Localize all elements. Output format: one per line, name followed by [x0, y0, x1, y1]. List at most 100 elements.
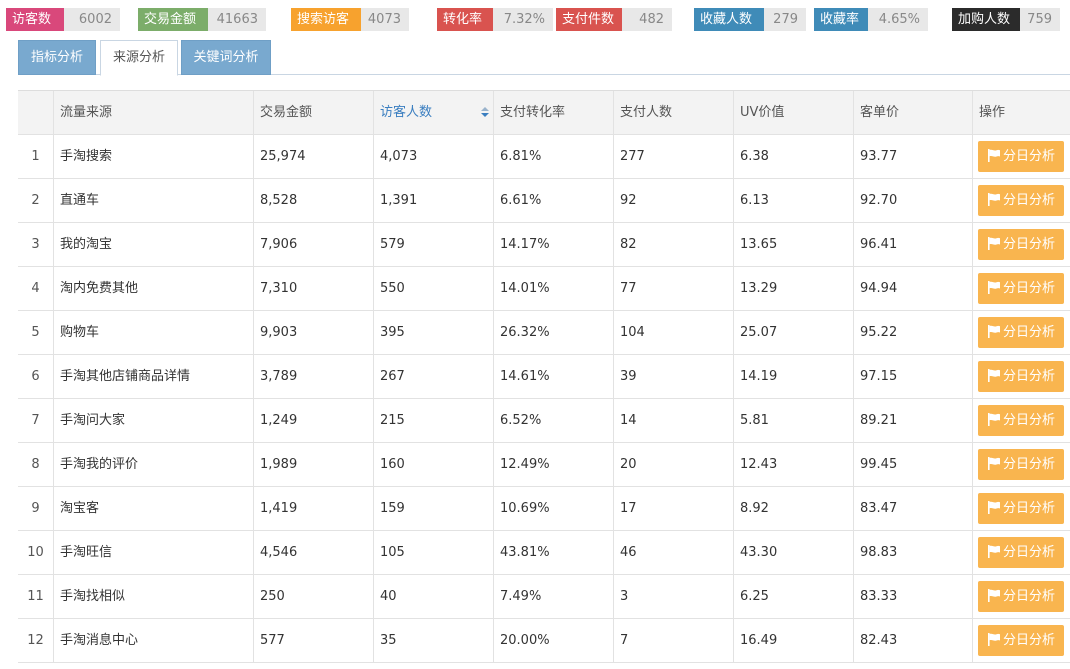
- cell-conversion: 14.61%: [494, 355, 614, 398]
- cell-amount: 1,249: [254, 399, 374, 442]
- cell-source: 手淘其他店铺商品详情: [54, 355, 254, 398]
- cell-visitors: 215: [374, 399, 494, 442]
- cell-avg-order: 83.47: [854, 487, 973, 530]
- daily-analysis-label: 分日分析: [1002, 237, 1055, 252]
- header-index: [18, 91, 54, 134]
- header-payers[interactable]: 支付人数: [614, 91, 734, 134]
- cell-payers: 104: [614, 311, 734, 354]
- metric-value: 482: [622, 8, 672, 31]
- daily-analysis-label: 分日分析: [1002, 413, 1055, 428]
- cell-avg-order: 92.70: [854, 179, 973, 222]
- tab-metrics-analysis[interactable]: 指标分析: [18, 40, 96, 75]
- cell-index: 3: [18, 223, 54, 266]
- cell-source: 淘内免费其他: [54, 267, 254, 310]
- cell-visitors: 4,073: [374, 135, 494, 178]
- cell-source: 我的淘宝: [54, 223, 254, 266]
- cell-uv-value: 6.25: [734, 575, 854, 618]
- metrics-bar: 访客数 6002 交易金额 41663 搜索访客 4073 转化率 7.32% …: [0, 0, 1070, 38]
- metric-value: 7.32%: [493, 8, 553, 31]
- flag-icon: [987, 149, 1000, 162]
- cell-amount: 3,789: [254, 355, 374, 398]
- table-row: 9 淘宝客 1,419 159 10.69% 17 8.92 83.47 分日分析: [18, 487, 1070, 531]
- daily-analysis-label: 分日分析: [1002, 369, 1055, 384]
- metric-value: 759: [1020, 8, 1060, 31]
- daily-analysis-button[interactable]: 分日分析: [978, 317, 1064, 348]
- cell-index: 11: [18, 575, 54, 618]
- daily-analysis-label: 分日分析: [1002, 281, 1055, 296]
- daily-analysis-button[interactable]: 分日分析: [978, 273, 1064, 304]
- metric-label: 加购人数: [952, 8, 1028, 31]
- cell-amount: 7,310: [254, 267, 374, 310]
- cell-avg-order: 93.77: [854, 135, 973, 178]
- daily-analysis-button[interactable]: 分日分析: [978, 361, 1064, 392]
- flag-icon: [987, 457, 1000, 470]
- cell-action: 分日分析: [973, 179, 1070, 222]
- cell-action: 分日分析: [973, 267, 1070, 310]
- daily-analysis-button[interactable]: 分日分析: [978, 229, 1064, 260]
- daily-analysis-button[interactable]: 分日分析: [978, 493, 1064, 524]
- table-row: 1 手淘搜索 25,974 4,073 6.81% 277 6.38 93.77 分日分析: [18, 135, 1070, 179]
- cell-action: 分日分析: [973, 443, 1070, 486]
- cell-index: 8: [18, 443, 54, 486]
- header-visitors[interactable]: 访客人数: [374, 91, 494, 134]
- cell-payers: 39: [614, 355, 734, 398]
- cell-amount: 1,989: [254, 443, 374, 486]
- cell-conversion: 14.17%: [494, 223, 614, 266]
- header-conversion[interactable]: 支付转化率: [494, 91, 614, 134]
- cell-payers: 14: [614, 399, 734, 442]
- cell-visitors: 40: [374, 575, 494, 618]
- table-row: 8 手淘我的评价 1,989 160 12.49% 20 12.43 99.45 分日分析: [18, 443, 1070, 487]
- sort-desc-icon[interactable]: [481, 107, 489, 119]
- flag-icon: [987, 281, 1000, 294]
- cell-source: 手淘消息中心: [54, 619, 254, 662]
- cell-uv-value: 13.65: [734, 223, 854, 266]
- metric-value: 6002: [64, 8, 120, 31]
- cell-index: 2: [18, 179, 54, 222]
- cell-index: 9: [18, 487, 54, 530]
- cell-visitors: 267: [374, 355, 494, 398]
- cell-visitors: 35: [374, 619, 494, 662]
- header-avg-order[interactable]: 客单价: [854, 91, 973, 134]
- cell-action: 分日分析: [973, 575, 1070, 618]
- cell-amount: 7,906: [254, 223, 374, 266]
- daily-analysis-label: 分日分析: [1002, 633, 1055, 648]
- cell-conversion: 10.69%: [494, 487, 614, 530]
- header-uv-value[interactable]: UV价值: [734, 91, 854, 134]
- table-header: 流量来源 交易金额 访客人数 支付转化率 支付人数 UV价值 客单价 操作: [18, 91, 1070, 135]
- cell-uv-value: 43.30: [734, 531, 854, 574]
- cell-amount: 577: [254, 619, 374, 662]
- daily-analysis-button[interactable]: 分日分析: [978, 581, 1064, 612]
- cell-source: 直通车: [54, 179, 254, 222]
- cell-uv-value: 13.29: [734, 267, 854, 310]
- cell-uv-value: 14.19: [734, 355, 854, 398]
- daily-analysis-button[interactable]: 分日分析: [978, 405, 1064, 436]
- header-amount[interactable]: 交易金额: [254, 91, 374, 134]
- daily-analysis-button[interactable]: 分日分析: [978, 537, 1064, 568]
- header-source[interactable]: 流量来源: [54, 91, 254, 134]
- tab-keyword-analysis[interactable]: 关键词分析: [181, 40, 271, 75]
- cell-visitors: 550: [374, 267, 494, 310]
- cell-source: 手淘找相似: [54, 575, 254, 618]
- metric-label: 访客数: [6, 8, 72, 31]
- cell-uv-value: 16.49: [734, 619, 854, 662]
- cell-conversion: 20.00%: [494, 619, 614, 662]
- daily-analysis-button[interactable]: 分日分析: [978, 141, 1064, 172]
- tab-bar: 指标分析 来源分析 关键词分析: [18, 38, 1070, 76]
- daily-analysis-button[interactable]: 分日分析: [978, 449, 1064, 480]
- cell-conversion: 6.52%: [494, 399, 614, 442]
- cell-source: 购物车: [54, 311, 254, 354]
- daily-analysis-label: 分日分析: [1002, 457, 1055, 472]
- flag-icon: [987, 633, 1000, 646]
- cell-amount: 250: [254, 575, 374, 618]
- cell-conversion: 6.61%: [494, 179, 614, 222]
- flag-icon: [987, 237, 1000, 250]
- tab-source-analysis[interactable]: 来源分析: [100, 40, 178, 76]
- metric-value: 4.65%: [868, 8, 928, 31]
- cell-action: 分日分析: [973, 311, 1070, 354]
- daily-analysis-button[interactable]: 分日分析: [978, 185, 1064, 216]
- cell-visitors: 160: [374, 443, 494, 486]
- daily-analysis-button[interactable]: 分日分析: [978, 625, 1064, 656]
- cell-avg-order: 82.43: [854, 619, 973, 662]
- cell-conversion: 43.81%: [494, 531, 614, 574]
- daily-analysis-label: 分日分析: [1002, 325, 1055, 340]
